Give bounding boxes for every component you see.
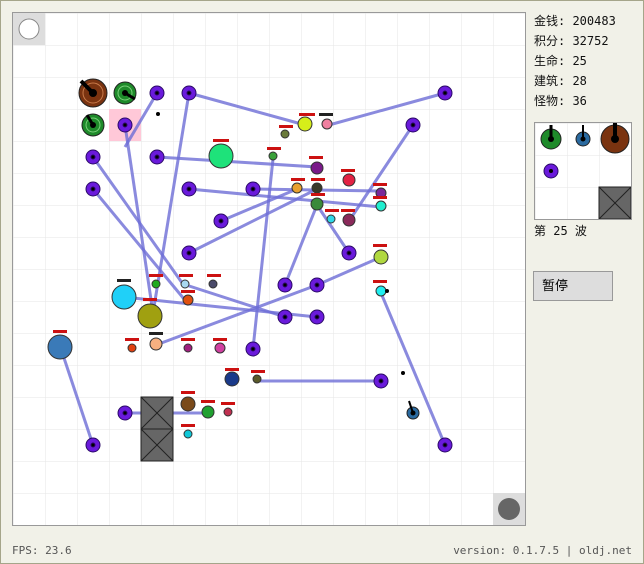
laser-tower[interactable] bbox=[181, 181, 197, 197]
monster bbox=[201, 400, 215, 419]
exit-portal bbox=[493, 493, 525, 525]
game-board[interactable] bbox=[12, 12, 526, 526]
laser-tower[interactable] bbox=[117, 405, 133, 421]
laser-tower[interactable] bbox=[149, 149, 165, 165]
laser-tower[interactable] bbox=[309, 277, 325, 293]
laser-tower[interactable] bbox=[277, 277, 293, 293]
wall-block[interactable] bbox=[140, 396, 174, 430]
monsters-stat: 怪物: 36 bbox=[534, 94, 587, 108]
laser-tower[interactable] bbox=[341, 245, 357, 261]
building-palette bbox=[534, 122, 632, 220]
life-stat: 生命: 25 bbox=[534, 54, 587, 68]
laser-tower[interactable] bbox=[373, 373, 389, 389]
laser-tower[interactable] bbox=[85, 149, 101, 165]
cannon-tower-green[interactable] bbox=[81, 113, 105, 137]
pause-button[interactable]: 暂停 bbox=[533, 271, 613, 301]
laser-tower[interactable] bbox=[85, 437, 101, 453]
laser-tower[interactable] bbox=[245, 181, 261, 197]
board-canvas[interactable] bbox=[13, 13, 525, 525]
laser-tower[interactable] bbox=[213, 213, 229, 229]
monster bbox=[180, 391, 196, 412]
laser-tower[interactable] bbox=[277, 309, 293, 325]
laser-tower[interactable] bbox=[437, 437, 453, 453]
monster bbox=[224, 368, 240, 387]
cannon-tower-brown[interactable] bbox=[78, 78, 108, 108]
wave-indicator: 第 25 波 bbox=[534, 224, 587, 238]
cannon-tower-green[interactable] bbox=[113, 81, 137, 105]
laser-tower[interactable] bbox=[181, 85, 197, 101]
laser-tower[interactable] bbox=[181, 245, 197, 261]
laser-tower[interactable] bbox=[309, 309, 325, 325]
laser-tower[interactable] bbox=[85, 181, 101, 197]
buildings-stat: 建筑: 28 bbox=[534, 74, 587, 88]
laser-tower[interactable] bbox=[245, 341, 261, 357]
laser-tower[interactable] bbox=[437, 85, 453, 101]
entrance-portal bbox=[13, 13, 45, 45]
score-stat: 积分: 32752 bbox=[534, 34, 609, 48]
version-label: version: 0.1.7.5 | oldj.net bbox=[453, 544, 632, 557]
wall-block[interactable] bbox=[140, 428, 174, 462]
palette-laser-icon[interactable] bbox=[543, 163, 559, 179]
laser-tower[interactable] bbox=[117, 117, 133, 133]
laser-tower[interactable] bbox=[149, 85, 165, 101]
money-stat: 金钱: 200483 bbox=[534, 14, 616, 28]
monster bbox=[149, 332, 163, 351]
fps-counter: FPS: 23.6 bbox=[12, 544, 72, 557]
laser-tower[interactable] bbox=[405, 117, 421, 133]
palette-wall-icon[interactable] bbox=[598, 186, 632, 220]
monster bbox=[373, 244, 389, 265]
